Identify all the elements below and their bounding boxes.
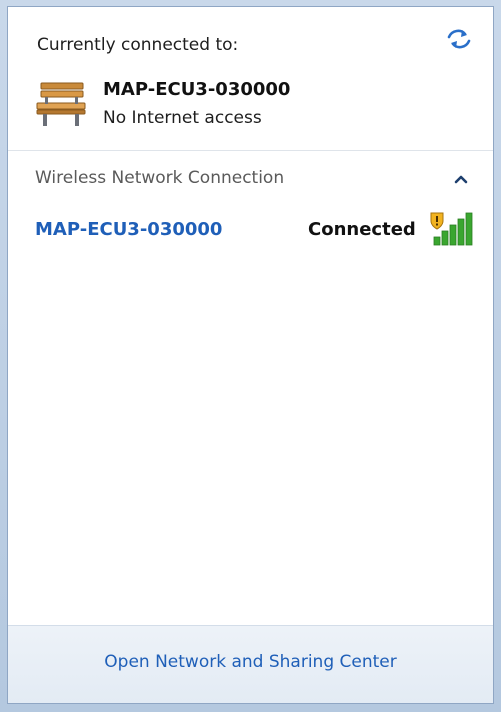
open-network-sharing-center-link[interactable]: Open Network and Sharing Center bbox=[8, 652, 493, 672]
current-connection-heading: Currently connected to: bbox=[37, 35, 239, 55]
current-network-name: MAP-ECU3-030000 bbox=[103, 79, 291, 100]
network-flyout-panel: Currently connected to: MAP-ECU3-030000 … bbox=[7, 6, 494, 704]
network-flyout-frame: Currently connected to: MAP-ECU3-030000 … bbox=[0, 0, 501, 712]
chevron-up-icon[interactable] bbox=[454, 173, 468, 185]
current-connection-section: Currently connected to: MAP-ECU3-030000 … bbox=[8, 7, 493, 151]
refresh-icon[interactable] bbox=[446, 27, 472, 51]
wireless-section-title: Wireless Network Connection bbox=[35, 168, 285, 188]
wifi-network-name[interactable]: MAP-ECU3-030000 bbox=[35, 219, 222, 240]
footer-bar: Open Network and Sharing Center bbox=[8, 625, 493, 703]
wifi-network-state: Connected bbox=[308, 219, 416, 240]
park-bench-icon bbox=[36, 82, 86, 126]
current-network-status: No Internet access bbox=[103, 108, 262, 128]
wifi-signal-warning-icon bbox=[430, 212, 473, 246]
